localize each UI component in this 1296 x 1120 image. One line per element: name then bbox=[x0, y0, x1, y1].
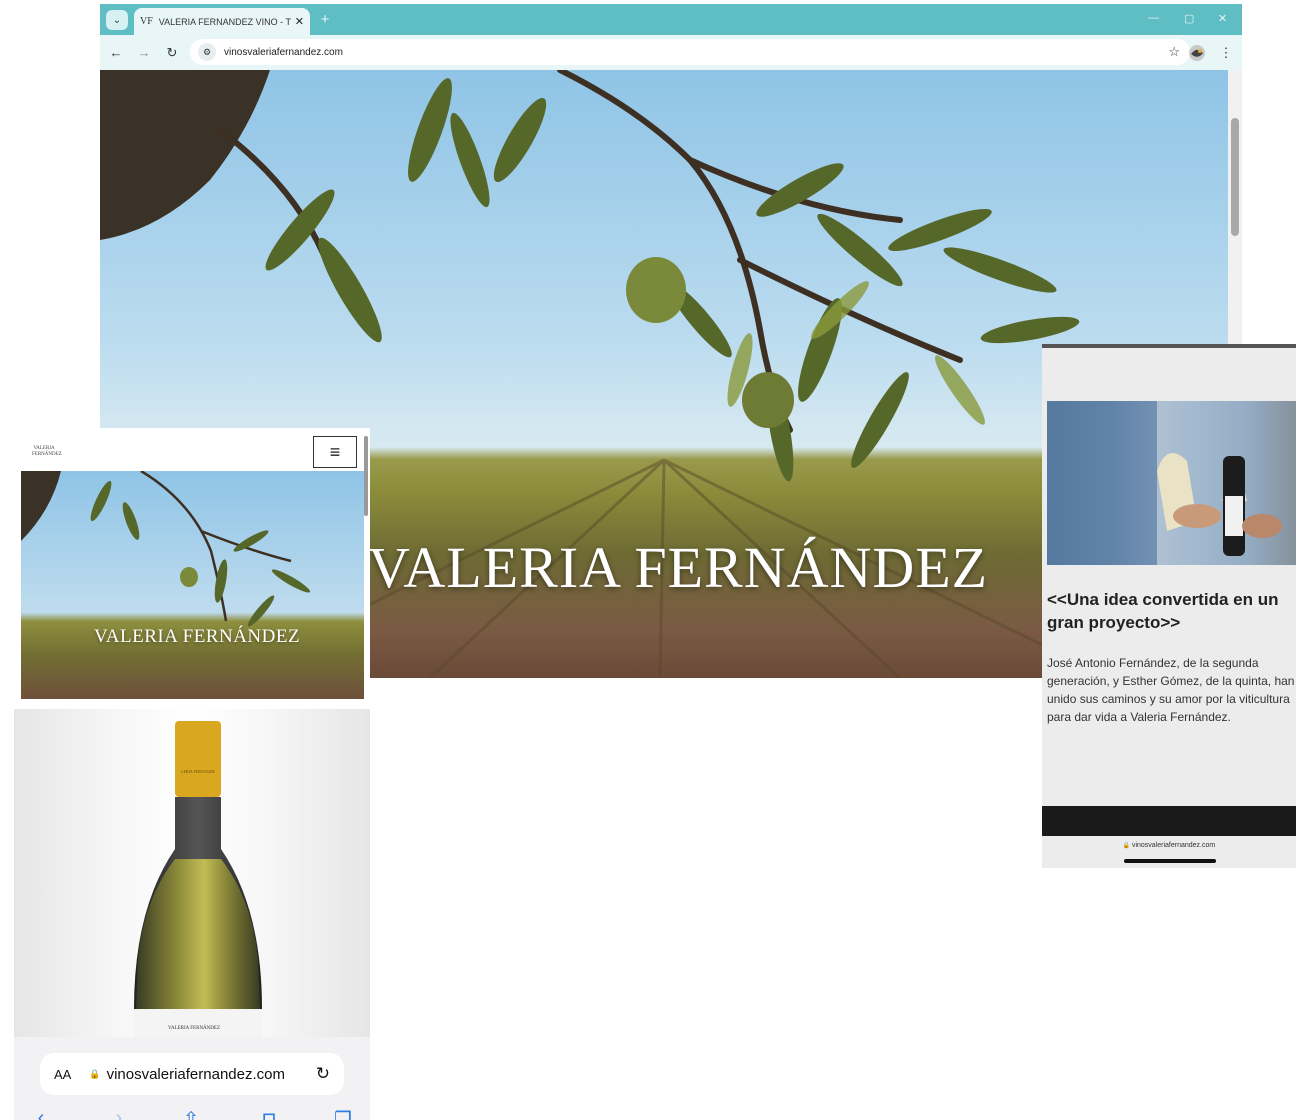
reload-icon[interactable]: ↻ bbox=[316, 1064, 330, 1084]
section-heading: <<Una idea convertida en un gran proyect… bbox=[1047, 590, 1279, 632]
wine-bottle-illustration bbox=[134, 721, 262, 1037]
tab-title: VALERIA FERNANDEZ VINO - T bbox=[158, 16, 291, 27]
browser-toolbar: ← → ↻ ⚙ vinosvaleriafernandez.com ☆ ⋮ bbox=[100, 35, 1242, 70]
site-favicon-icon: VF bbox=[140, 16, 153, 27]
site-settings-icon[interactable]: ⚙ bbox=[198, 43, 216, 61]
chevron-down-icon: ⌄ bbox=[112, 14, 122, 26]
mobile-url-bar[interactable]: 🔒 vinosvaleriafernandez.com bbox=[1042, 842, 1296, 849]
almond-branch-illustration bbox=[21, 471, 311, 627]
couple-with-wine-photo bbox=[1047, 401, 1296, 565]
extension-icon[interactable] bbox=[1188, 44, 1206, 62]
mobile-hero-title: VALERIA FERNÁNDEZ bbox=[94, 626, 301, 647]
hero-title: VALERIA FERNÁNDEZ bbox=[368, 535, 989, 600]
site-logo[interactable]: VALERIA FERNÁNDEZ bbox=[32, 446, 62, 458]
browser-menu-icon[interactable]: ⋮ bbox=[1218, 45, 1234, 61]
browser-tab[interactable]: VF VALERIA FERNANDEZ VINO - T ✕ bbox=[134, 8, 310, 35]
mobile-screenshot-right: <<Una idea convertida en un gran proyect… bbox=[1042, 344, 1296, 868]
restore-icon[interactable]: ▢ bbox=[1184, 12, 1194, 25]
scrollbar-thumb[interactable] bbox=[1231, 118, 1239, 236]
mobile-screenshot-left: VALERIA FERNÁNDEZ ≡ VALERIA FERNÁNDEZ LE… bbox=[14, 428, 370, 1120]
back-arrow-icon[interactable]: ← bbox=[108, 45, 124, 60]
hamburger-menu-button[interactable]: ≡ bbox=[313, 436, 357, 468]
address-bar[interactable]: ⚙ vinosvaleriafernandez.com ☆ bbox=[190, 39, 1190, 65]
safari-url-text: vinosvaleriafernandez.com bbox=[106, 1065, 285, 1083]
tab-bar: ⌄ VF VALERIA FERNANDEZ VINO - T ✕ + — ▢ … bbox=[100, 4, 1242, 35]
home-indicator[interactable] bbox=[1124, 859, 1216, 863]
back-chevron-icon[interactable]: ‹ bbox=[26, 1107, 56, 1120]
mobile-hero-image bbox=[21, 471, 364, 699]
mobile-scroll-indicator bbox=[364, 436, 368, 516]
capsule-text: LERIA FERNANDE bbox=[181, 769, 215, 774]
minimize-icon[interactable]: — bbox=[1148, 12, 1159, 24]
bottle-capsule bbox=[175, 721, 221, 797]
forward-arrow-icon[interactable]: → bbox=[136, 45, 152, 60]
tab-search-dropdown[interactable]: ⌄ bbox=[106, 10, 128, 30]
lock-icon: 🔒 bbox=[89, 1068, 101, 1079]
bookmarks-icon[interactable]: ⊓ bbox=[254, 1107, 284, 1120]
top-edge bbox=[1042, 344, 1296, 348]
dark-footer-strip bbox=[1042, 806, 1296, 836]
people-toasting-illustration bbox=[1047, 401, 1296, 565]
bottle-label: VALERIA FERNÁNDEZ bbox=[168, 1026, 220, 1031]
bookmark-star-icon[interactable]: ☆ bbox=[1168, 44, 1180, 60]
safari-bottom-bar: AA 🔒 vinosvaleriafernandez.com ↻ ‹ › ⇧ ⊓… bbox=[14, 1037, 370, 1120]
new-tab-button[interactable]: + bbox=[316, 11, 334, 29]
safari-address-bar[interactable]: AA 🔒 vinosvaleriafernandez.com ↻ bbox=[40, 1053, 344, 1095]
text-size-button[interactable]: AA bbox=[54, 1067, 71, 1082]
window-close-icon[interactable]: ✕ bbox=[1218, 12, 1227, 25]
tabs-icon[interactable]: ❐ bbox=[328, 1107, 358, 1120]
forward-chevron-icon[interactable]: › bbox=[104, 1107, 134, 1120]
wine-bottle-image bbox=[14, 709, 370, 1037]
reload-icon[interactable]: ↻ bbox=[164, 45, 180, 61]
tab-close-icon[interactable]: ✕ bbox=[295, 15, 304, 28]
mobile-url-text: vinosvaleriafernandez.com bbox=[1131, 842, 1216, 849]
url-text: vinosvaleriafernandez.com bbox=[224, 46, 343, 58]
lock-icon: 🔒 bbox=[1122, 843, 1132, 849]
section-body-text: José Antonio Fernández, de la segunda ge… bbox=[1047, 656, 1295, 724]
share-icon[interactable]: ⇧ bbox=[176, 1107, 206, 1120]
menu-icon: ≡ bbox=[329, 441, 341, 462]
